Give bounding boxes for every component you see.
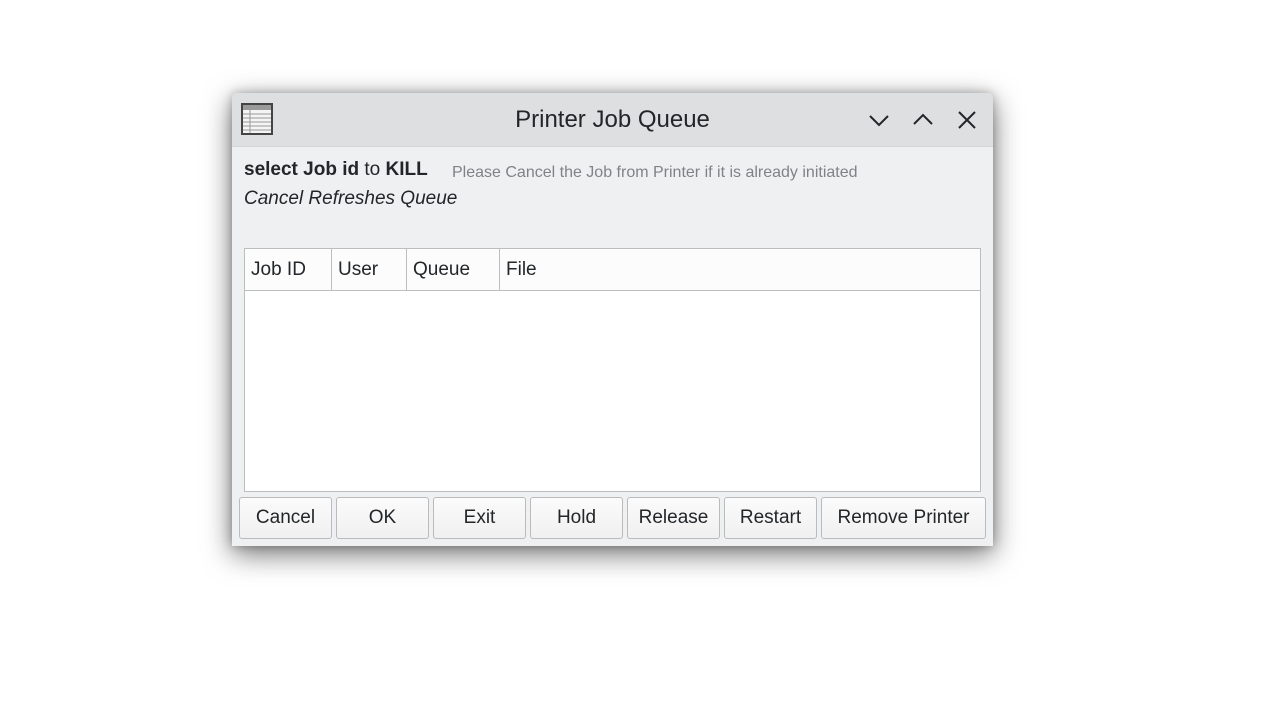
hold-button[interactable]: Hold (530, 497, 623, 539)
ok-button[interactable]: OK (336, 497, 429, 539)
title-bar[interactable]: Printer Job Queue (232, 93, 993, 147)
chevron-up-icon (913, 113, 933, 125)
table-header: Job ID User Queue File (245, 249, 980, 291)
instruction-select-job-id: select Job id (244, 159, 360, 180)
column-header-user[interactable]: User (332, 249, 407, 290)
cancel-button[interactable]: Cancel (239, 497, 332, 539)
job-queue-table[interactable]: Job ID User Queue File (244, 248, 981, 492)
release-button[interactable]: Release (627, 497, 720, 539)
instruction-line: select Job id to KILL (244, 159, 428, 181)
exit-button[interactable]: Exit (433, 497, 526, 539)
column-header-queue[interactable]: Queue (407, 249, 500, 290)
close-icon (958, 111, 976, 129)
instruction-kill: KILL (385, 159, 428, 180)
column-header-file[interactable]: File (500, 249, 980, 290)
cancel-refreshes-note: Cancel Refreshes Queue (244, 188, 458, 209)
column-header-job-id[interactable]: Job ID (245, 249, 332, 290)
instruction-to: to (359, 159, 386, 180)
chevron-down-icon (869, 115, 889, 127)
close-button[interactable] (953, 106, 981, 134)
cancel-hint-text: Please Cancel the Job from Printer if it… (452, 164, 858, 181)
printer-job-queue-window: Printer Job Queue select Job id to KILL … (232, 93, 993, 546)
restart-button[interactable]: Restart (724, 497, 817, 539)
maximize-button[interactable] (909, 106, 937, 134)
minimize-button[interactable] (865, 106, 893, 134)
remove-printer-button[interactable]: Remove Printer (821, 497, 986, 539)
